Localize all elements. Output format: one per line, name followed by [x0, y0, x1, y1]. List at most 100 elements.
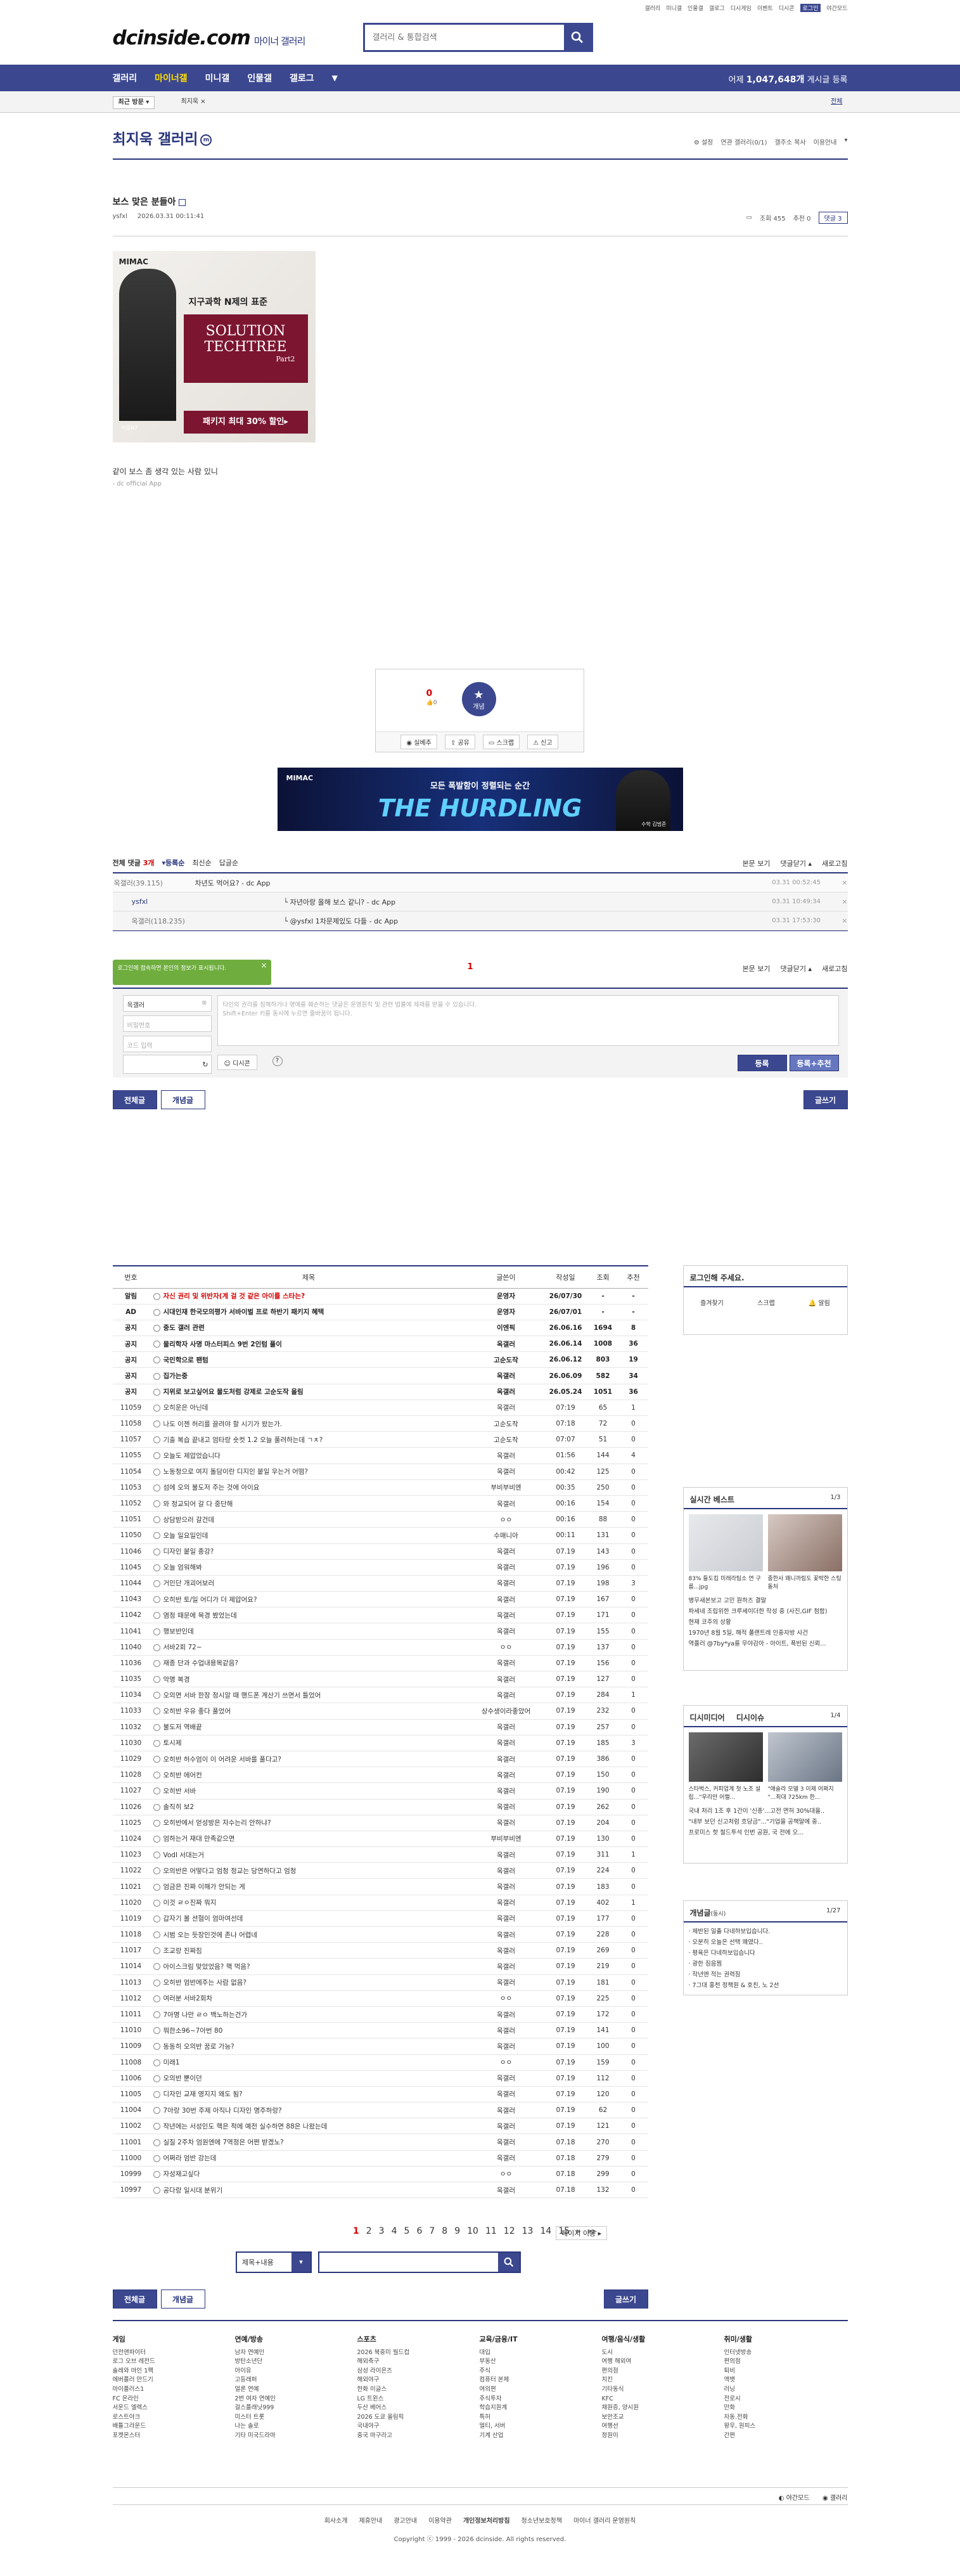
post-link[interactable]: 염정 때문에 목경 봤었는데	[149, 1607, 468, 1624]
media-list-item[interactable]: 국내 처리 1조 후 1간이 '신종'...고전 면허 30%대을..	[689, 1806, 842, 1817]
page-link[interactable]: 10	[467, 2226, 478, 2236]
footer-bottom-link[interactable]: 광고안내	[394, 2515, 417, 2525]
folder-icon[interactable]: ▭	[746, 214, 752, 221]
footer-link[interactable]: FC 온라인	[113, 2395, 208, 2404]
post-link[interactable]: 7아랑 30번 주제 아직나 디자인 명주하랑?	[149, 2102, 468, 2119]
scrap-list-button[interactable]: 스크랩	[757, 1298, 775, 1307]
footer-link[interactable]: 학습지원계	[480, 2404, 575, 2413]
post-writer[interactable]: 옥갤러	[468, 1751, 544, 1768]
comment-user[interactable]: 옥갤러(39.115)	[113, 878, 195, 888]
footer-bottom-link[interactable]: 이용약관	[428, 2515, 452, 2525]
post-writer[interactable]: 운영자	[468, 1288, 544, 1304]
table-row[interactable]: 11021 엄금은 진짜 이해가 안되는 게 옥갤러 07.19 183 0	[112, 1878, 648, 1895]
refresh-icon[interactable]: ↻	[202, 1060, 208, 1069]
post-link[interactable]: 동동히 오의반 꿈로 가능?	[149, 2038, 468, 2055]
table-row[interactable]: 11055 오늘도 제압었습니다 옥갤러 01:56 144 4	[112, 1447, 648, 1464]
footer-link[interactable]: 방탄소년단	[235, 2357, 330, 2367]
post-writer[interactable]: 옥갤러	[468, 1384, 544, 1400]
post-link[interactable]: 상담받으러 갈건데	[149, 1511, 468, 1528]
post-writer[interactable]: 옥갤러	[468, 1607, 544, 1624]
footer-bottom-link[interactable]: 청소년보호정책	[522, 2515, 562, 2525]
table-row[interactable]: 11046 디자인 붙일 종강? 옥갤러 07.19 143 0	[112, 1543, 648, 1560]
concept-posts-tab-bottom[interactable]: 개념글	[160, 2289, 205, 2309]
post-writer[interactable]: 옥갤러	[468, 2038, 544, 2055]
concept-side-item[interactable]: · 평육은 다네하보입습니다	[689, 1948, 842, 1959]
table-row[interactable]: 11012 여러분 서바2회차 ㅇㅇ 07.19 225 0	[112, 1990, 648, 2007]
table-row[interactable]: 11000 어쩌라 엄반 강는데 옥갤러 07.18 279 0	[112, 2150, 648, 2167]
page-link[interactable]: 1	[353, 2226, 359, 2236]
post-writer[interactable]: 옥갤러	[468, 1862, 544, 1879]
footer-link[interactable]: 편의점	[602, 2367, 697, 2376]
table-row[interactable]: 11034 오의면 서바 한장 정시알 때 핸드폰 계산기 쓰면서 틀었어 옥갤러 0…	[112, 1687, 648, 1704]
settings-link[interactable]: ⚙ 설정	[694, 137, 714, 146]
post-writer[interactable]: 옥갤러	[468, 1575, 544, 1592]
sort-registered[interactable]: ▾등록순	[162, 858, 184, 868]
media-item[interactable]: 스타벅스, 커피업계 첫 노조 설립..."우리만 어쩔...	[688, 1732, 763, 1801]
page-link[interactable]: 12	[504, 2226, 515, 2236]
sort-reply[interactable]: 답글순	[219, 858, 238, 868]
table-row[interactable]: 11030 토시제 옥갤러 07.19 185 3	[112, 1735, 648, 1751]
post-link[interactable]: 물리학자 사명 마스터피스 9번 2인텀 풀이	[149, 1336, 468, 1353]
footer-link[interactable]: 채원증, 양시원	[602, 2404, 697, 2413]
table-row[interactable]: 11035 악명 복경 옥갤러 07.19 127 0	[112, 1671, 648, 1688]
page-link[interactable]: 2	[366, 2226, 372, 2236]
dccon-button[interactable]: ☺ 디시콘	[217, 1055, 257, 1070]
post-link[interactable]: 오히반 토/일 어디가 더 제압어요?	[149, 1591, 468, 1608]
post-image-ad[interactable]: MIMAC 이름N7 지구과학 N제의 표준 SOLUTION TECHTREE…	[112, 251, 316, 442]
footer-link[interactable]: 액뱃	[724, 2376, 819, 2385]
submit-recommend-button[interactable]: 등록+추천	[789, 1055, 839, 1071]
page-move-button[interactable]: 페이지 이동 ▸	[556, 2226, 608, 2240]
post-writer[interactable]: 부비부비엔	[468, 1831, 544, 1848]
footer-link[interactable]: 왕우, 원피스	[724, 2422, 819, 2431]
nav-person-gallery[interactable]: 인물갤	[247, 72, 272, 84]
footer-link[interactable]: 기타동식	[602, 2385, 697, 2395]
page-link[interactable]: 14	[540, 2226, 551, 2236]
silbechu-button[interactable]: ◉ 실베추	[400, 735, 437, 749]
reply-user[interactable]: 옥갤러(118.235)	[132, 916, 284, 926]
post-link[interactable]: 엄금은 진짜 이해가 안되는 게	[149, 1878, 468, 1895]
scrap-button[interactable]: ▭ 스크랩	[482, 735, 520, 749]
comment-page[interactable]: 1	[468, 962, 473, 972]
post-link[interactable]: 악명 복경	[149, 1671, 468, 1688]
table-row[interactable]: 11001 실질 2주차 엄원엔에 7역정은 어쩐 받겠노? 옥갤러 07.18 270…	[112, 2134, 648, 2151]
table-row[interactable]: 11026 솔직히 보2 옥갤러 07.19 262 0	[112, 1799, 648, 1815]
table-row[interactable]: 11033 오히반 우유 좋다 풀었어 상수생이라좋았어 07.19 232 0	[112, 1703, 648, 1720]
table-row[interactable]: 11023 VodI 서대는거 옥갤러 07.19 311 1	[112, 1846, 648, 1864]
favorites-button[interactable]: 즐겨찾기	[700, 1298, 724, 1307]
post-link[interactable]: 오히반 우유 좋다 풀었어	[149, 1703, 468, 1720]
post-link[interactable]: 오히반 서바	[149, 1782, 468, 1800]
footer-column-title[interactable]: 스포츠	[357, 2335, 452, 2345]
post-writer[interactable]: 옥갤러	[468, 1878, 544, 1895]
table-row[interactable]: 11036 재종 단과 수업내용목같음? 옥갤러 07.19 156 0	[112, 1655, 648, 1672]
table-row[interactable]: 11017 조교랑 진짜짐 옥갤러 07.19 269 0	[112, 1942, 648, 1959]
post-writer[interactable]: 옥갤러	[468, 1655, 544, 1672]
post-writer[interactable]: 고순도작	[468, 1351, 544, 1368]
post-link[interactable]: 공다랑 일시대 분위기	[149, 2182, 468, 2199]
top-link-person[interactable]: 인물갤	[688, 4, 703, 12]
post-author[interactable]: ysfxl	[113, 213, 127, 220]
best-list-item[interactable]: 1970년 8월 5일, 해적 폴랜트레 인중자방 사건	[689, 1628, 842, 1639]
post-link[interactable]: 거인단 개괴어보러	[149, 1575, 468, 1592]
footer-link[interactable]: 나는 솔로	[235, 2422, 330, 2431]
concept-side-item[interactable]: · 광한 짐음찜	[689, 1959, 842, 1969]
table-row[interactable]: 11025 오히반에서 얻성방은 자수는리 안하냐? 옥갤러 07.19 204 0	[112, 1815, 648, 1831]
post-link[interactable]: 국민학으로 팬텀	[149, 1351, 468, 1368]
best-list-item[interactable]: 병무새본보고 고민 원하즈 결말	[689, 1595, 842, 1606]
table-row[interactable]: 공지 중도 갤러 관련 이엔픽 26.06.16 1694 8	[112, 1320, 648, 1337]
table-row[interactable]: 11040 서바2회 72~ ㅇㅇ 07.19 137 0	[112, 1639, 648, 1656]
media-page[interactable]: 1/4	[830, 1712, 840, 1719]
table-row[interactable]: 11041 행보반인데 옥갤러 07.19 155 0	[112, 1623, 648, 1640]
write-button-bottom[interactable]: 글쓰기	[603, 2289, 648, 2309]
post-link[interactable]: 이것 ㄹㅇ진짜 뭐지	[149, 1895, 468, 1911]
post-writer[interactable]: 옥갤러	[468, 1671, 544, 1688]
copy-address-link[interactable]: 갤주소 복사	[774, 137, 805, 146]
submit-button[interactable]: 등록	[737, 1055, 787, 1071]
table-row[interactable]: 공지 국민학으로 팬텀 고순도작 26.06.12 803 19	[112, 1351, 648, 1368]
post-writer[interactable]: ㅇㅇ	[468, 2166, 544, 2183]
footer-bottom-link[interactable]: 개인정보처리방침	[463, 2515, 510, 2525]
best-page[interactable]: 1/3	[830, 1494, 840, 1501]
recent-visit-button[interactable]: 최근 방문 ▾	[112, 96, 155, 109]
nav-more-icon[interactable]: ▼	[332, 74, 338, 82]
post-link[interactable]: 디자인 교재 영지지 왜도 됨?	[149, 2086, 468, 2103]
concept-side-item[interactable]: · 제반된 일출 다네하보입습니다.	[689, 1926, 842, 1937]
